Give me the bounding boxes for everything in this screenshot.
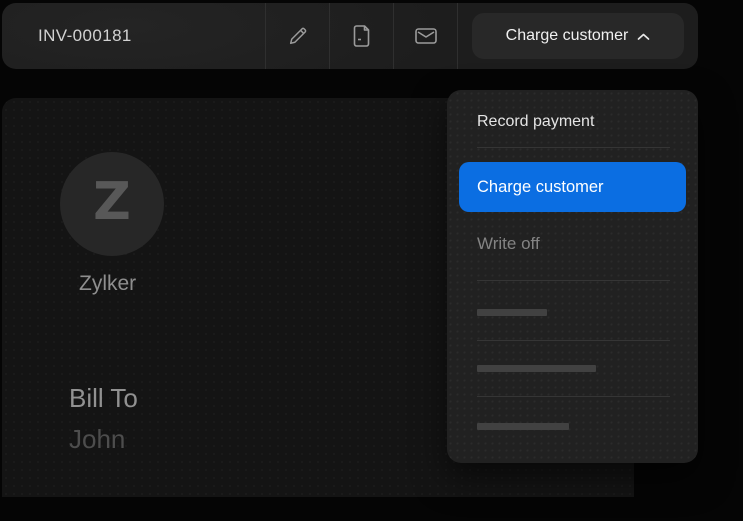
menu-item-write-off[interactable]: Write off	[447, 226, 698, 262]
chevron-up-icon	[637, 33, 650, 41]
company-logo-letter: Z	[93, 172, 131, 232]
menu-item-record-payment[interactable]: Record payment	[447, 104, 698, 140]
invoice-number: INV-000181	[38, 26, 132, 45]
skeleton-menu-row	[477, 365, 596, 372]
charge-button-cell: Charge customer	[457, 3, 698, 69]
menu-divider	[477, 340, 670, 341]
menu-divider	[477, 147, 670, 148]
document-icon	[351, 24, 372, 48]
company-name: Zylker	[79, 272, 137, 295]
skeleton-menu-row	[477, 423, 569, 430]
edit-invoice-button[interactable]	[265, 3, 329, 69]
skeleton-menu-row	[477, 309, 547, 316]
charge-customer-dropdown-menu: Record payment Charge customer Write off	[447, 90, 698, 463]
charge-button-label: Charge customer	[505, 27, 629, 44]
customer-name: John	[69, 424, 126, 454]
invoice-toolbar: INV-000181 Charge customer	[2, 3, 698, 69]
bill-to-label: Bill To	[69, 383, 138, 413]
edit-pencil-icon	[287, 25, 309, 47]
app-root: { "header": { "invoice_number": "INV-000…	[0, 0, 743, 521]
menu-divider	[477, 396, 670, 397]
company-logo: Z	[60, 152, 164, 256]
view-pdf-button[interactable]	[329, 3, 393, 69]
email-invoice-button[interactable]	[393, 3, 457, 69]
charge-customer-dropdown-button[interactable]: Charge customer	[472, 13, 684, 59]
envelope-icon	[414, 26, 438, 46]
menu-item-charge-customer[interactable]: Charge customer	[459, 162, 686, 212]
menu-divider	[477, 280, 670, 281]
